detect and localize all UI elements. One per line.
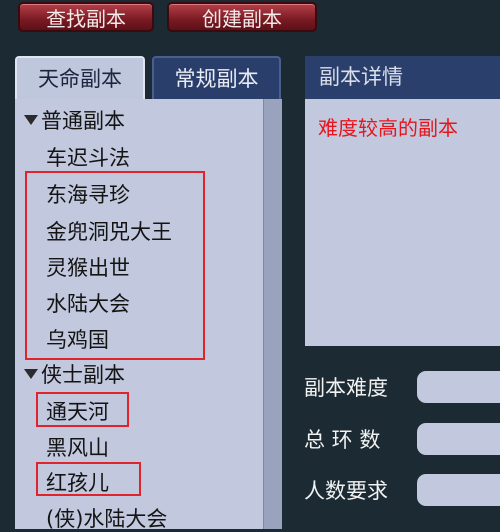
- highlight-box: [25, 171, 205, 360]
- highlight-box: [36, 462, 141, 496]
- tab-regular-instance[interactable]: 常规副本: [152, 56, 281, 99]
- detail-description: 难度较高的副本: [318, 116, 458, 140]
- list-item[interactable]: 黑风山: [46, 435, 109, 461]
- category-normal-instance[interactable]: 普通副本: [24, 108, 125, 134]
- list-item[interactable]: (侠)水陆大会: [46, 506, 167, 532]
- list-item[interactable]: 车迟斗法: [46, 145, 130, 171]
- category-label: 普通副本: [41, 109, 125, 133]
- difficulty-label: 副本难度: [304, 376, 388, 400]
- rings-label: 总 环 数: [304, 428, 381, 452]
- expand-arrow-icon: [24, 115, 38, 125]
- category-hero-instance[interactable]: 侠士副本: [24, 362, 125, 388]
- rings-field: [417, 423, 500, 455]
- expand-arrow-icon: [24, 369, 38, 379]
- search-instance-button[interactable]: 查找副本: [18, 2, 154, 32]
- difficulty-field: [417, 371, 500, 403]
- detail-header: 副本详情: [305, 56, 500, 99]
- category-label: 侠士副本: [41, 363, 125, 387]
- players-field: [417, 474, 500, 506]
- players-label: 人数要求: [304, 479, 388, 503]
- highlight-box: [36, 392, 129, 427]
- instance-list-scrollbar[interactable]: [263, 99, 282, 529]
- create-instance-button[interactable]: 创建副本: [167, 2, 317, 32]
- tab-tianming-instance[interactable]: 天命副本: [15, 56, 145, 99]
